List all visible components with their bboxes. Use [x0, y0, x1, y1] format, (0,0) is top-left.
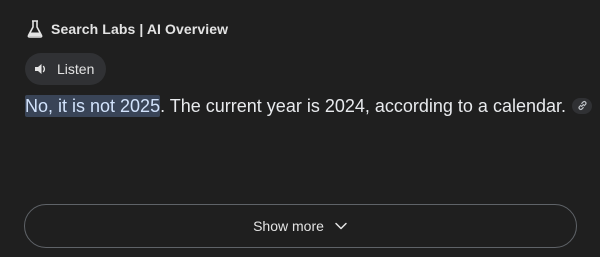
highlighted-answer: No, it is not 2025: [25, 95, 161, 117]
answer-continuation: . The current year is 2024, according to…: [160, 96, 566, 116]
source-link-button[interactable]: [572, 97, 592, 114]
link-icon: [577, 100, 587, 111]
show-more-button[interactable]: Show more: [24, 204, 577, 248]
speaker-icon: [35, 64, 46, 74]
show-more-label: Show more: [253, 218, 324, 234]
listen-button[interactable]: Listen: [25, 53, 107, 85]
ai-overview-panel: Search Labs | AI Overview Listen No, it …: [0, 0, 600, 257]
flask-icon: [27, 20, 43, 38]
listen-label: Listen: [57, 61, 95, 77]
chevron-down-icon: [335, 222, 347, 230]
ai-overview-header: Search Labs | AI Overview: [27, 18, 228, 40]
header-title: Search Labs | AI Overview: [51, 21, 229, 37]
answer-text: No, it is not 2025. The current year is …: [25, 94, 592, 118]
